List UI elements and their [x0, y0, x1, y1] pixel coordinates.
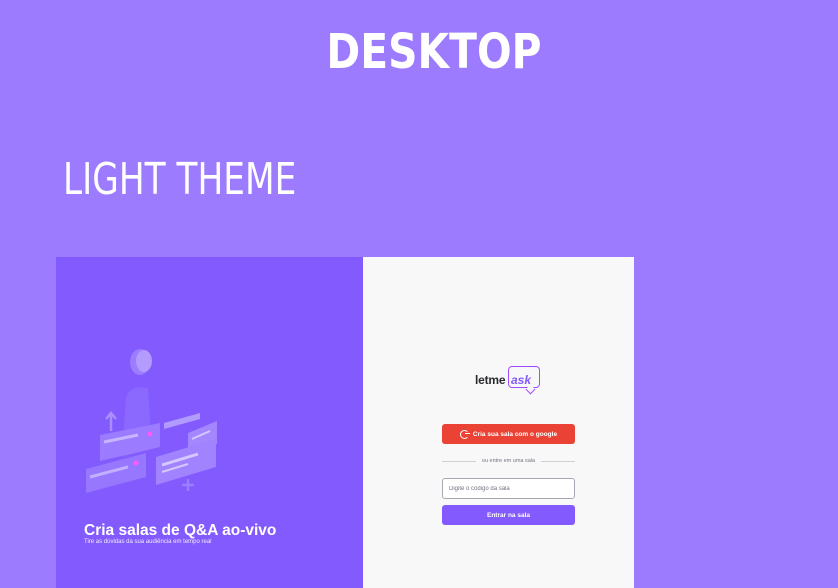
theme-subheading: LIGHT THEME [63, 154, 297, 205]
create-room-google-button[interactable]: Cria sua sala com o google [442, 424, 575, 444]
google-button-label: Cria sua sala com o google [472, 430, 558, 438]
room-code-input[interactable] [442, 478, 575, 499]
app-preview: Cria salas de Q&A ao-vivo Tire as dúvida… [56, 257, 634, 588]
logo-text-ask: ask [511, 373, 532, 387]
google-icon [459, 429, 470, 439]
aside-subtitle: Tire as dúvidas da sua audiência em temp… [84, 539, 212, 545]
logo-text-letme: letme [475, 373, 506, 387]
illustration-qa-icon [86, 349, 217, 493]
separator-line-left [442, 460, 476, 462]
letmeask-logo: letme ask [475, 366, 545, 398]
enter-room-label: Entrar na sala [487, 511, 530, 519]
separator: ou entre em uma sala [442, 456, 576, 466]
separator-line-right [541, 460, 576, 462]
login-panel: letme ask Cria sua sala com o google ou … [363, 257, 634, 588]
page-heading: DESKTOP [326, 24, 542, 80]
hero-aside: Cria salas de Q&A ao-vivo Tire as dúvida… [56, 257, 363, 588]
aside-title: Cria salas de Q&A ao-vivo [84, 522, 277, 539]
enter-room-button[interactable]: Entrar na sala [442, 505, 575, 525]
separator-text: ou entre em uma sala [481, 458, 536, 464]
